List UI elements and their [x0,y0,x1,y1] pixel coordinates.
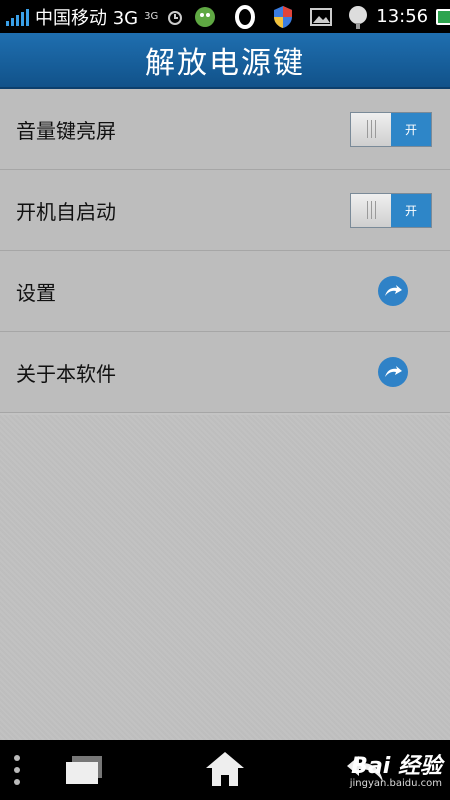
menu-icon[interactable] [10,752,24,788]
image-icon [310,7,333,26]
setting-row-about[interactable]: 关于本软件 [0,332,450,413]
setting-row-volume-wake[interactable]: 音量键亮屏 开 [0,89,450,170]
shield-icon [272,5,294,29]
o-icon [234,4,256,30]
toggle-state-label: 开 [391,193,431,227]
setting-row-settings[interactable]: 设置 [0,251,450,332]
settings-list: 音量键亮屏 开 开机自启动 开 设置 关于本软件 [0,89,450,413]
alarm-icon [166,8,184,26]
network-small-label: 3G [144,10,159,22]
home-icon[interactable] [204,750,246,788]
toggle-grip [351,193,391,227]
battery-icon [436,8,450,25]
forward-arrow-icon[interactable] [378,357,408,387]
volume-wake-toggle[interactable]: 开 [350,111,432,147]
setting-label: 关于本软件 [16,361,116,386]
watermark-sub: jingyan.baidu.com [349,778,442,789]
notification-icon [348,5,368,29]
setting-label: 开机自启动 [16,199,116,224]
app-icon [192,5,218,29]
recent-apps-icon[interactable] [62,754,104,786]
watermark-main: Bai 经验 [351,754,442,779]
carrier-label: 中国移动 3G [35,7,139,29]
empty-content-area [0,415,450,740]
time-label: 13:56 [376,6,429,27]
toggle-state-label: 开 [391,112,431,146]
signal-icon [6,8,29,26]
toggle-grip [351,112,391,146]
setting-label: 设置 [16,280,56,305]
autostart-toggle[interactable]: 开 [350,192,432,228]
status-bar: 中国移动 3G 3G 13:56 [0,0,450,33]
setting-label: 音量键亮屏 [16,118,116,143]
navigation-bar: Bai 经验 jingyan.baidu.com [0,740,450,800]
setting-row-autostart[interactable]: 开机自启动 开 [0,170,450,251]
forward-arrow-icon[interactable] [378,276,408,306]
watermark: Bai 经验 jingyan.baidu.com [350,748,442,789]
page-title: 解放电源键 [145,46,305,81]
app-header: 解放电源键 [0,33,450,89]
